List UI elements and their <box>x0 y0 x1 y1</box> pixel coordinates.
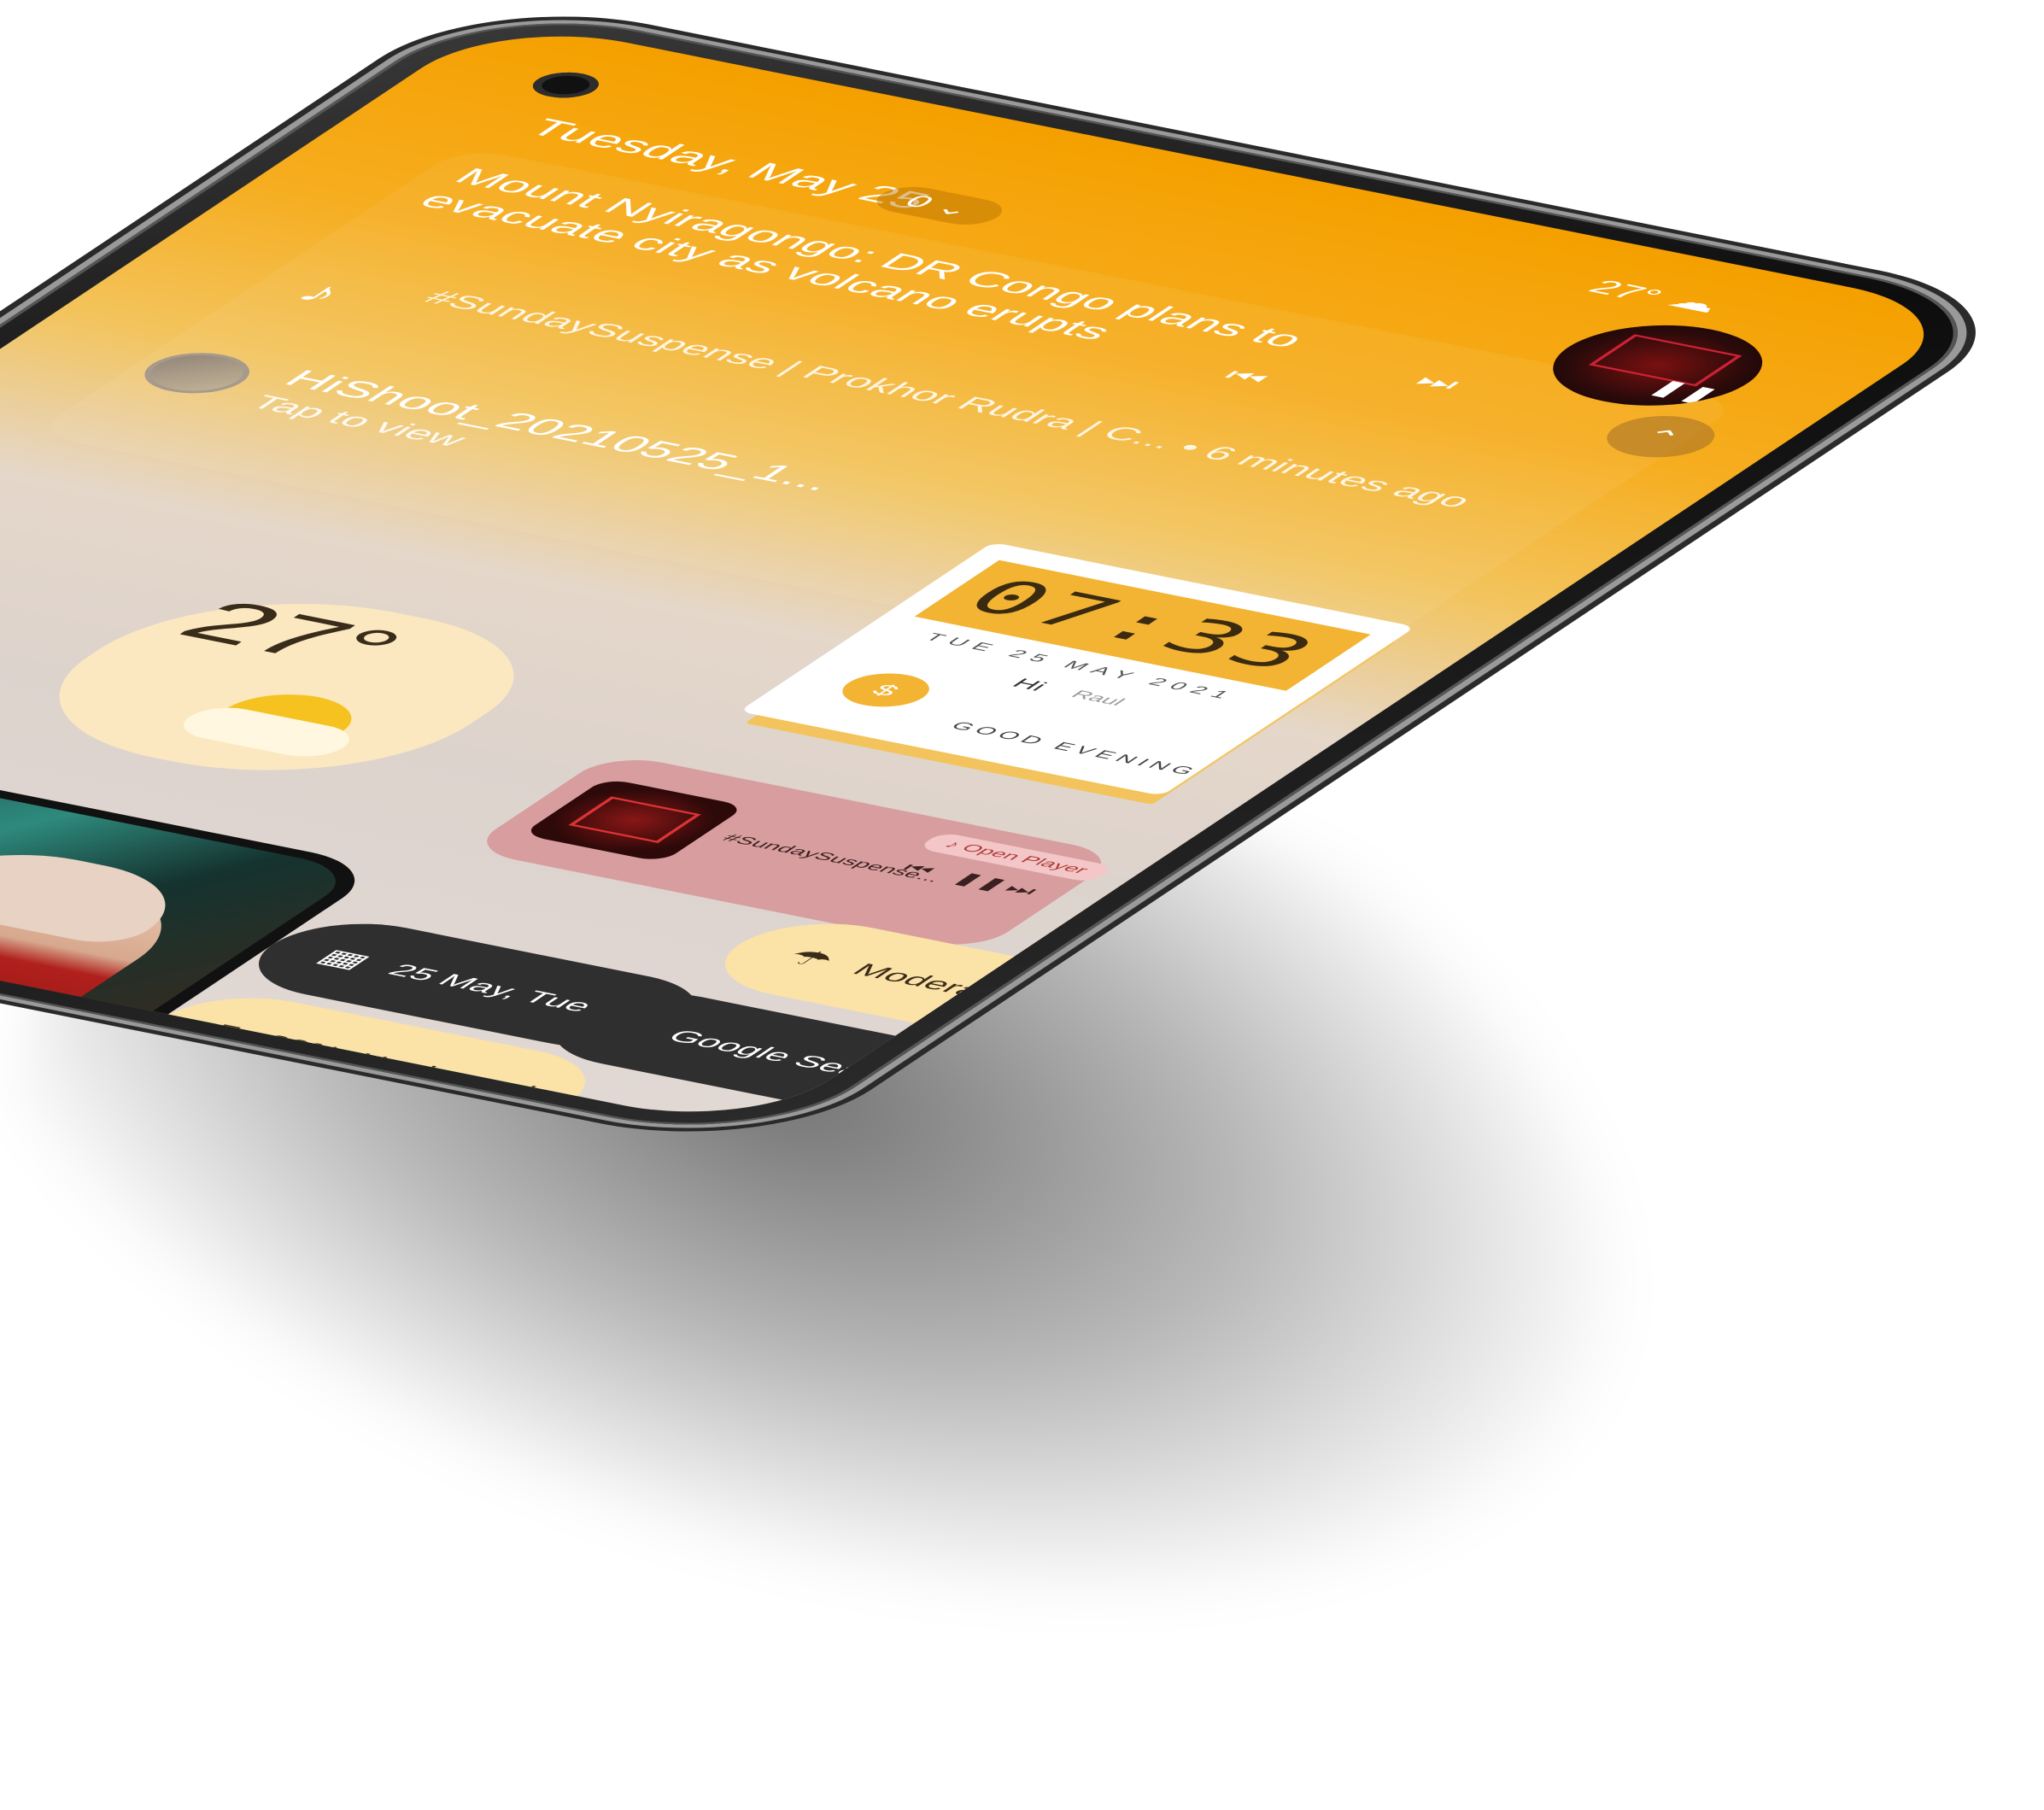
music-widget-song: #SundaySuspense... <box>717 831 947 885</box>
phone-device: 27° ☁ Tuesday, May 25 0 ⌄ Mount Nyiragon… <box>0 0 2024 1148</box>
chevron-up-icon: ⌃ <box>1631 425 1690 448</box>
album-art-pattern <box>568 796 701 843</box>
music-widget-album-art <box>521 777 747 863</box>
music-widget[interactable]: #SundaySuspense... ♪ Open Player ⏮ ❚❚ ⏭ <box>465 752 1124 952</box>
cloud-icon: ☁ <box>1660 289 1733 318</box>
chevron-down-icon: ⌄ <box>927 197 982 220</box>
clock-badge-icon: $ <box>826 667 946 712</box>
clock-greeting: GOOD EVENING <box>946 719 1204 778</box>
calendar-icon: ▦ <box>309 945 380 973</box>
open-player-button[interactable]: ♪ Open Player <box>917 831 1116 883</box>
clock-greeting-name: Raul <box>1066 688 1130 708</box>
front-camera <box>520 67 612 103</box>
open-player-label: Open Player <box>957 841 1093 876</box>
clock-greeting-hi: Hi <box>1006 675 1053 694</box>
status-temperature: 27° <box>1581 275 1672 307</box>
rain-icon: ☂ <box>776 945 845 973</box>
calendar-date-label: 25 May, Tue <box>381 960 600 1016</box>
phone-screen: 27° ☁ Tuesday, May 25 0 ⌄ Mount Nyiragon… <box>0 16 1980 1132</box>
